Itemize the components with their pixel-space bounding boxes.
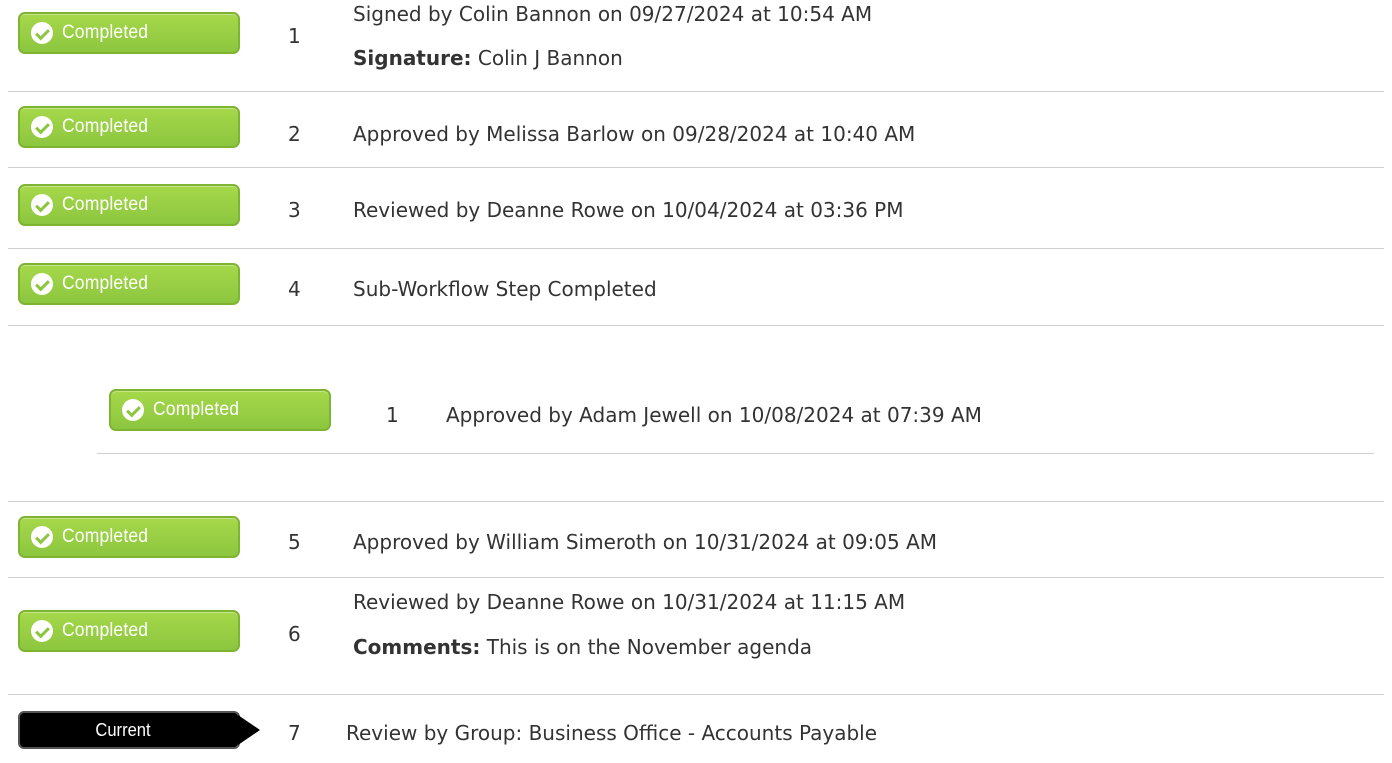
- step-text: Reviewed by Deanne Rowe on 10/31/2024 at…: [353, 590, 906, 614]
- status-badge: Completed: [18, 184, 240, 226]
- status-badge: Completed: [18, 263, 240, 305]
- step-number: 6: [288, 622, 301, 646]
- step-text: Review by Group: Business Office - Accou…: [346, 721, 878, 745]
- status-badge-label: Completed: [62, 116, 149, 137]
- step-detail: Signature: Colin J Bannon: [353, 46, 623, 70]
- detail-label: Signature:: [353, 46, 472, 70]
- detail-label: Comments:: [353, 635, 481, 659]
- status-badge-label: Completed: [62, 194, 149, 215]
- status-badge-label: Current: [95, 720, 151, 740]
- check-circle-icon: [31, 194, 53, 216]
- detail-value: Colin J Bannon: [477, 46, 623, 70]
- divider: [8, 325, 1384, 326]
- status-badge: Completed: [18, 106, 240, 148]
- check-circle-icon: [31, 116, 53, 138]
- status-badge: Completed: [18, 610, 240, 652]
- step-text: Approved by William Simeroth on 10/31/20…: [353, 530, 938, 554]
- step-text: Sub-Workflow Step Completed: [353, 277, 657, 301]
- divider: [8, 501, 1384, 502]
- arrow-right-icon: [238, 715, 260, 745]
- status-badge-label: Completed: [62, 620, 149, 641]
- step-number: 4: [288, 277, 301, 301]
- check-circle-icon: [122, 399, 144, 421]
- step-number: 1: [386, 403, 399, 427]
- step-text: Approved by Adam Jewell on 10/08/2024 at…: [446, 403, 982, 427]
- status-badge-label: Completed: [62, 273, 149, 294]
- step-detail: Comments: This is on the November agenda: [353, 635, 812, 659]
- divider: [8, 694, 1384, 695]
- step-number: 7: [288, 721, 301, 745]
- status-badge-label: Completed: [153, 399, 240, 420]
- check-circle-icon: [31, 273, 53, 295]
- status-badge-label: Completed: [62, 526, 149, 547]
- step-number: 5: [288, 530, 301, 554]
- divider: [8, 577, 1384, 578]
- divider: [8, 248, 1384, 249]
- divider: [8, 91, 1384, 92]
- current-status-badge: Current: [18, 711, 260, 749]
- status-badge: Completed: [18, 12, 240, 54]
- step-text: Approved by Melissa Barlow on 09/28/2024…: [353, 122, 916, 146]
- step-text: Signed by Colin Bannon on 09/27/2024 at …: [353, 2, 873, 26]
- step-number: 1: [288, 24, 301, 48]
- divider: [8, 167, 1384, 168]
- status-badge: Completed: [18, 516, 240, 558]
- divider: [97, 453, 1374, 454]
- check-circle-icon: [31, 22, 53, 44]
- status-badge-label: Completed: [62, 22, 149, 43]
- detail-value: This is on the November agenda: [486, 635, 813, 659]
- step-number: 3: [288, 198, 301, 222]
- step-number: 2: [288, 122, 301, 146]
- status-badge: Completed: [109, 389, 331, 431]
- check-circle-icon: [31, 620, 53, 642]
- step-text: Reviewed by Deanne Rowe on 10/04/2024 at…: [353, 198, 904, 222]
- check-circle-icon: [31, 526, 53, 548]
